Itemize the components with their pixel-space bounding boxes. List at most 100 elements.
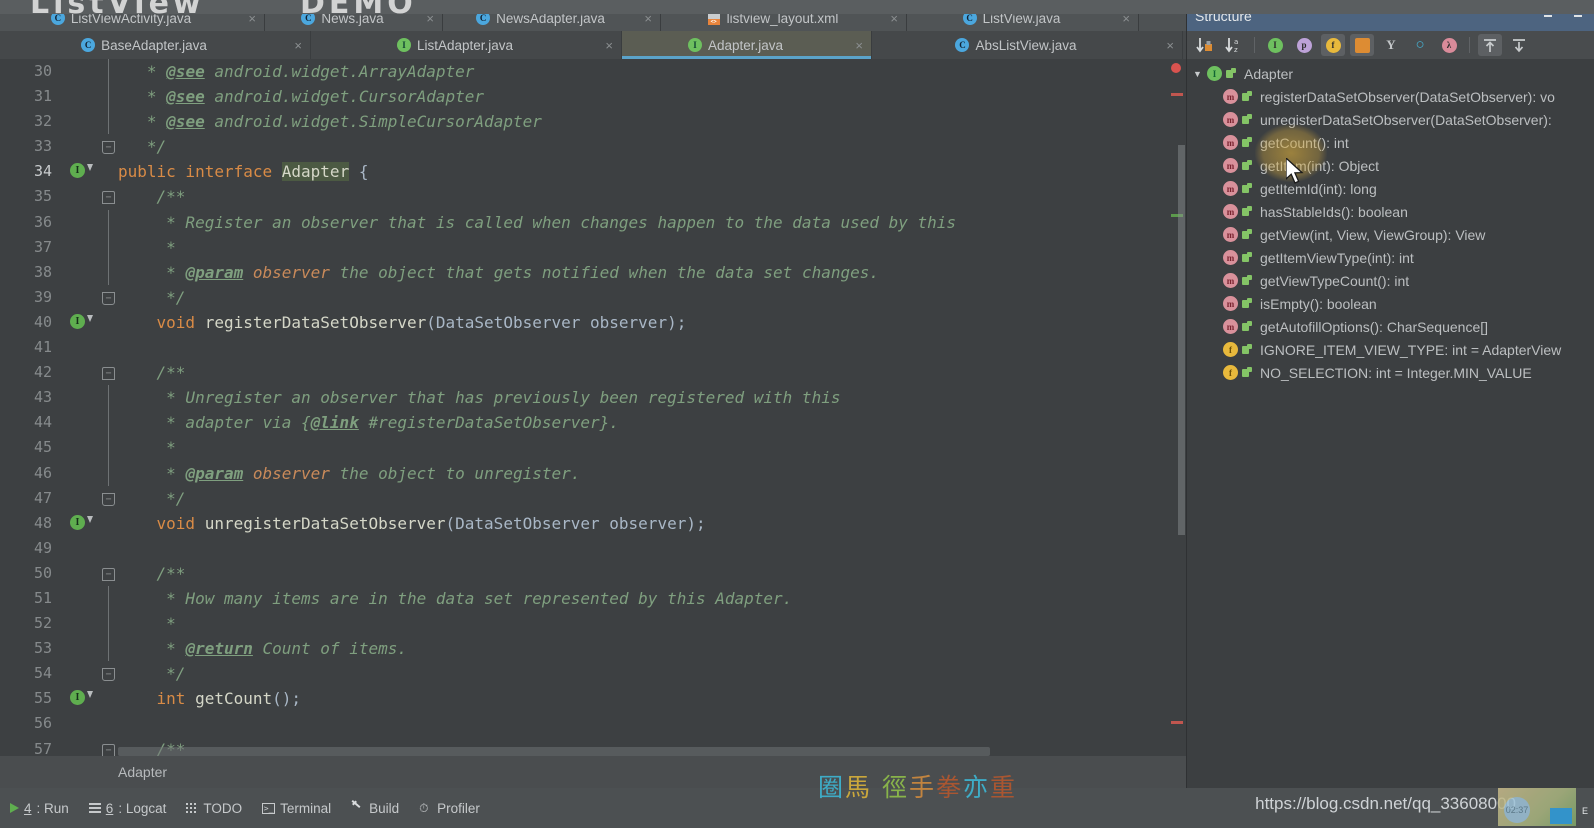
code-fold-toggle[interactable]: − [102,567,115,581]
code-fold-toggle[interactable]: − [102,668,115,682]
close-icon[interactable]: × [248,12,256,25]
code-line[interactable]: 31 * @see android.widget.CursorAdapter [0,84,1186,110]
editor-tab[interactable]: C News.java × [265,4,443,32]
tool-window-button-build[interactable]: Build [351,801,399,816]
structure-tree-item[interactable]: m getView(int, View, ViewGroup): View [1187,223,1594,246]
code-line[interactable]: 45 * [0,435,1186,461]
editor-tab[interactable]: I ListAdapter.java × [311,31,622,59]
tool-window-button-terminal[interactable]: >_ Terminal [262,801,331,816]
show-non-public-button[interactable] [1350,34,1374,56]
code-line[interactable]: 30 * @see android.widget.ArrayAdapter [0,59,1186,85]
close-icon[interactable]: × [855,39,863,52]
code-line[interactable]: 36 * Register an observer that is called… [0,209,1186,235]
structure-tree[interactable]: ▼ I Adapter m registerDataSetObserver(DataSe… [1187,59,1594,788]
code-line[interactable]: 43 * Unregister an observer that has pre… [0,385,1186,411]
structure-tree-item[interactable]: m getItemViewType(int): int [1187,246,1594,269]
editor-tab[interactable]: C ListViewActivity.java × [0,4,265,32]
code-line[interactable]: 50 − /** [0,561,1186,586]
error-stripe-icon[interactable] [1171,63,1181,73]
close-icon[interactable]: × [426,12,434,25]
editor-tab[interactable]: C AbsListView.java × [872,31,1183,59]
structure-tree-item[interactable]: f NO_SELECTION: int = Integer.MIN_VALUE [1187,361,1594,384]
code-fold-toggle[interactable]: − [102,141,115,155]
code-fold-toggle[interactable]: − [102,191,115,205]
code-line[interactable]: 47 − */ [0,486,1186,511]
tool-window-button-todo[interactable]: TODO [186,801,242,816]
sort-alphabetically-button[interactable]: az [1222,34,1246,56]
code-line[interactable]: 53 * @return Count of items. [0,636,1186,662]
java-class-icon: C [955,38,970,52]
editor-horizontal-scrollbar[interactable] [118,747,990,756]
close-icon[interactable]: × [1166,39,1174,52]
implementing-member-gutter-icon[interactable]: I [70,313,93,329]
implementing-member-gutter-icon[interactable]: I [70,163,93,179]
code-fold-toggle[interactable]: − [102,367,115,381]
structure-root-node[interactable]: ▼ I Adapter [1187,62,1594,85]
structure-tree-item[interactable]: m hasStableIds(): boolean [1187,200,1594,223]
code-line[interactable]: 33 − */ [0,134,1186,159]
code-line[interactable]: 52 * [0,611,1186,637]
implementing-member-gutter-icon[interactable]: I [70,514,93,530]
code-line[interactable]: 35 − /** [0,184,1186,209]
structure-tree-item[interactable]: m isEmpty(): boolean [1187,292,1594,315]
structure-tree-item[interactable]: m unregisterDataSetObserver(DataSetObserv… [1187,108,1594,131]
code-line[interactable]: 39 − */ [0,285,1186,310]
code-content[interactable]: 30 * @see android.widget.ArrayAdapter 31 … [0,59,1186,756]
show-fields-button[interactable]: f [1321,34,1345,56]
tool-window-button-run[interactable]: 4: Run [10,801,69,816]
tool-window-button-logcat[interactable]: 6: Logcat [88,801,166,816]
code-line[interactable]: 56 [0,711,1186,736]
editor-tab[interactable]: C ListView.java × [907,4,1139,32]
structure-tree-item[interactable]: m getViewTypeCount(): int [1187,269,1594,292]
code-line[interactable]: 38 * @param observer the object that get… [0,259,1186,285]
code-line[interactable]: 32 * @see android.widget.SimpleCursorAda… [0,109,1186,135]
code-line[interactable]: 44 * adapter via {@link #registerDataSet… [0,410,1186,436]
show-lambdas-button[interactable]: λ [1437,34,1461,56]
code-line[interactable]: 34 Ipublic interface Adapter { [0,159,1186,184]
breadcrumb[interactable]: Adapter [0,756,1186,788]
close-icon[interactable]: × [294,39,302,52]
editor-tab[interactable]: I Adapter.java × [622,31,872,59]
code-line[interactable]: 48 I void unregisterDataSetObserver(DataS… [0,511,1186,536]
code-line[interactable]: 54 − */ [0,661,1186,686]
chevron-down-icon[interactable]: ▼ [1193,69,1207,79]
collapse-all-button[interactable] [1507,34,1531,56]
collapse-all-icon[interactable] [1570,8,1586,24]
show-properties-button[interactable]: p [1292,34,1316,56]
tool-window-button-profiler[interactable]: ⏱ Profiler [419,801,480,816]
close-icon[interactable]: × [1122,12,1130,25]
show-interfaces-button[interactable]: ○ [1408,34,1432,56]
code-line[interactable]: 42 − /** [0,360,1186,385]
structure-tree-item[interactable]: m getAutofillOptions(): CharSequence[] [1187,315,1594,338]
code-fold-toggle[interactable]: − [102,492,115,506]
code-editor[interactable]: 30 * @see android.widget.ArrayAdapter 31 … [0,59,1186,756]
close-icon[interactable]: × [644,12,652,25]
editor-vertical-scrollbar[interactable] [1178,145,1185,535]
code-line[interactable]: 49 [0,536,1186,561]
code-line[interactable]: 37 * [0,234,1186,260]
code-fold-toggle[interactable]: − [102,291,115,305]
code-line[interactable]: 40 I void registerDataSetObserver(DataSet… [0,310,1186,335]
implementing-member-gutter-icon[interactable]: I [70,690,93,706]
code-line[interactable]: 41 [0,335,1186,360]
code-line[interactable]: 51 * How many items are in the data set … [0,585,1186,612]
sort-by-visibility-button[interactable] [1193,34,1217,56]
close-icon[interactable]: × [605,39,613,52]
structure-tree-item[interactable]: m getCount(): int [1187,131,1594,154]
expand-all-button[interactable] [1478,34,1502,56]
structure-item-label: registerDataSetObserver(DataSetObserver)… [1260,88,1555,105]
structure-tree-item[interactable]: m getItem(int): Object [1187,154,1594,177]
structure-tree-item[interactable]: m registerDataSetObserver(DataSetObserver… [1187,85,1594,108]
close-icon[interactable]: × [890,12,898,25]
code-fold-toggle[interactable]: − [102,743,115,756]
editor-tab[interactable]: listview_layout.xml × [661,4,907,32]
show-anonymous-classes-button[interactable]: Υ [1379,34,1403,56]
editor-tab[interactable]: C NewsAdapter.java × [443,4,661,32]
code-line[interactable]: 55 I int getCount(); [0,686,1186,711]
structure-tree-item[interactable]: f IGNORE_ITEM_VIEW_TYPE: int = AdapterVie… [1187,338,1594,361]
show-inherited-button[interactable]: I [1263,34,1287,56]
structure-tree-item[interactable]: m getItemId(int): long [1187,177,1594,200]
code-line[interactable]: 46 * @param observer the object to unreg… [0,460,1186,486]
expand-all-icon[interactable] [1540,8,1556,24]
editor-tab[interactable]: C BaseAdapter.java × [0,31,311,59]
